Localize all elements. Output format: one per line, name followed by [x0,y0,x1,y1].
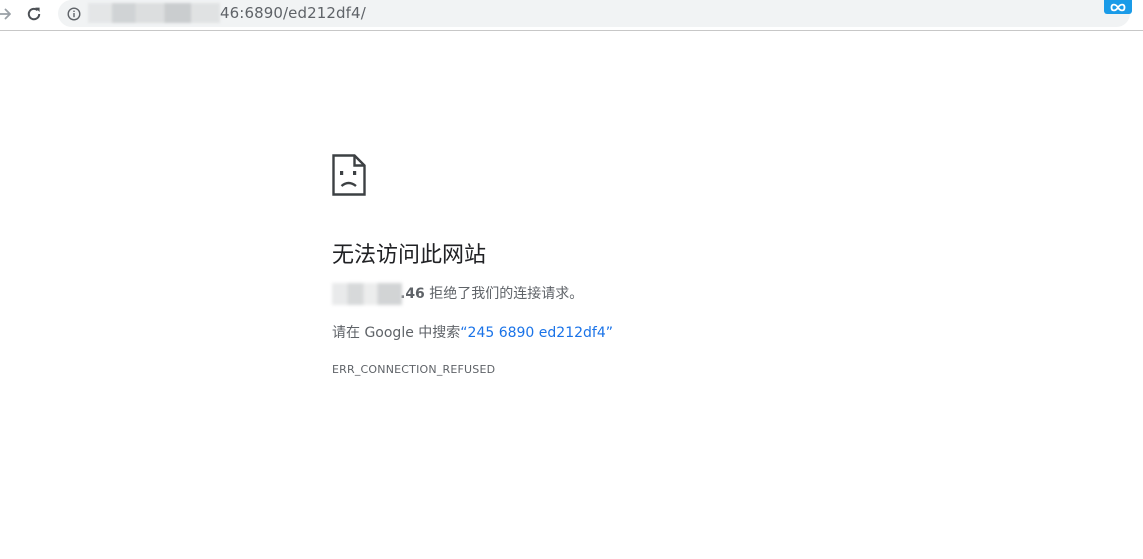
refused-text: 拒绝了我们的连接请求。 [424,286,584,302]
host-name: .46 [400,286,425,302]
google-search-link[interactable]: “245 6890 ed212df4” [460,325,613,341]
browser-toolbar: 46:6890/ed212df4/ [0,0,1143,31]
error-content: 无法访问此网站 .46 拒绝了我们的连接请求。 请在 Google 中搜索“24… [332,154,932,376]
redacted-host [332,283,402,305]
sad-file-icon [332,154,366,196]
redacted-url-part [88,3,220,23]
extension-button[interactable] [1104,0,1132,14]
reload-icon [27,7,41,21]
info-icon[interactable] [67,7,81,21]
infinity-icon [1110,3,1126,11]
search-prefix: 请在 Google 中搜索 [332,325,461,341]
refused-message: .46 拒绝了我们的连接请求。 [332,283,932,305]
error-title: 无法访问此网站 [332,243,487,268]
search-suggestion: 请在 Google 中搜索“245 6890 ed212df4” [332,324,932,342]
forward-button[interactable] [0,2,18,26]
url-text[interactable]: 46:6890/ed212df4/ [220,4,366,22]
error-code: ERR_CONNECTION_REFUSED [332,363,496,376]
reload-button[interactable] [21,2,47,26]
address-bar[interactable]: 46:6890/ed212df4/ [58,0,1130,27]
forward-icon [0,8,11,20]
